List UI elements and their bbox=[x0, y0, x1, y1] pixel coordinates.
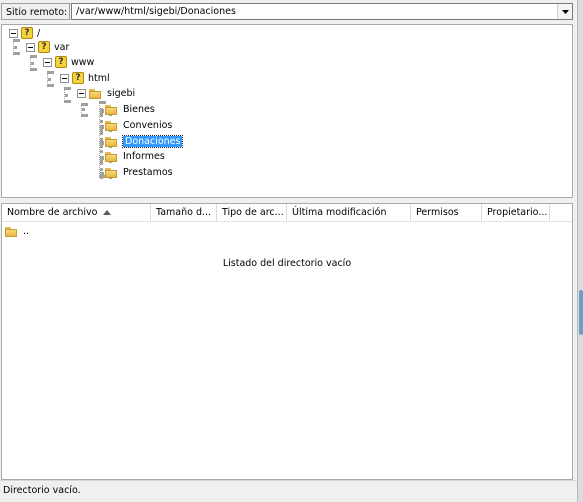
tree-item-label[interactable]: Bienes bbox=[123, 104, 155, 115]
remote-path-value[interactable]: /var/www/html/sigebi/Donaciones bbox=[76, 6, 236, 17]
scrollbar-thumb[interactable] bbox=[579, 290, 583, 335]
column-header-modified[interactable]: Última modificación bbox=[287, 204, 411, 221]
column-header-label: Tamaño d... bbox=[156, 207, 212, 218]
tree-item-label[interactable]: www bbox=[71, 57, 94, 68]
tree-item-informes[interactable]: Informes bbox=[105, 149, 165, 163]
remote-file-list[interactable]: Nombre de archivo Tamaño d... Tipo de ar… bbox=[1, 203, 573, 480]
status-bar: Directorio vacío. bbox=[0, 480, 577, 502]
question-icon: ? bbox=[55, 56, 67, 68]
column-header-label: Nombre de archivo bbox=[7, 207, 98, 218]
column-header-label: Permisos bbox=[416, 207, 459, 218]
tree-item-label[interactable]: html bbox=[88, 73, 110, 84]
file-name[interactable]: .. bbox=[23, 226, 29, 237]
column-header-type[interactable]: Tipo de arc... bbox=[217, 204, 287, 221]
sort-ascending-icon bbox=[103, 210, 111, 215]
column-header-owner[interactable]: Propietario... bbox=[482, 204, 550, 221]
folder-icon bbox=[105, 136, 118, 147]
tree-item-html[interactable]: ? html bbox=[60, 71, 110, 85]
tree-item-label[interactable]: Prestamos bbox=[123, 167, 173, 178]
tree-item-donaciones[interactable]: Donaciones bbox=[105, 134, 184, 148]
question-icon: ? bbox=[21, 27, 33, 39]
chevron-down-icon bbox=[561, 9, 569, 14]
tree-item-label[interactable]: Informes bbox=[123, 151, 165, 162]
folder-icon bbox=[105, 167, 118, 178]
window-edge bbox=[577, 0, 583, 502]
tree-item-label[interactable]: sigebi bbox=[107, 88, 135, 99]
tree-connector bbox=[13, 39, 17, 55]
collapse-toggle-icon[interactable] bbox=[26, 42, 35, 52]
tree-connector bbox=[30, 55, 34, 71]
column-header-row: Nombre de archivo Tamaño d... Tipo de ar… bbox=[2, 204, 572, 222]
remote-path-combobox[interactable]: /var/www/html/sigebi/Donaciones bbox=[71, 3, 573, 20]
dropdown-arrow-button[interactable] bbox=[557, 4, 572, 19]
folder-icon bbox=[105, 151, 118, 162]
tree-item-root[interactable]: ? / bbox=[9, 26, 40, 40]
column-header-label: Última modificación bbox=[292, 207, 387, 218]
collapse-toggle-icon[interactable] bbox=[77, 88, 86, 98]
column-header-permissions[interactable]: Permisos bbox=[411, 204, 482, 221]
folder-icon bbox=[89, 88, 102, 99]
remote-site-label: Sitio remoto: bbox=[1, 3, 70, 20]
tree-item-bienes[interactable]: Bienes bbox=[105, 102, 155, 116]
question-icon: ? bbox=[72, 72, 84, 84]
question-icon: ? bbox=[38, 41, 50, 53]
collapse-toggle-icon[interactable] bbox=[60, 73, 69, 83]
remote-site-bar: Sitio remoto: /var/www/html/sigebi/Donac… bbox=[0, 0, 577, 24]
tree-item-label[interactable]: var bbox=[54, 42, 69, 53]
remote-directory-tree[interactable]: ? / ? var ? www ? html sigebi Bienes Con… bbox=[1, 24, 573, 198]
folder-icon bbox=[5, 226, 18, 237]
tree-connector bbox=[64, 87, 68, 103]
collapse-toggle-icon[interactable] bbox=[9, 28, 18, 38]
tree-item-sigebi[interactable]: sigebi bbox=[77, 86, 135, 100]
empty-directory-message: Listado del directorio vacío bbox=[222, 258, 352, 269]
tree-item-label-selected[interactable]: Donaciones bbox=[121, 134, 184, 148]
collapse-toggle-icon[interactable] bbox=[43, 57, 52, 67]
tree-connector bbox=[47, 71, 51, 87]
tree-item-convenios[interactable]: Convenios bbox=[105, 118, 172, 132]
tree-connector bbox=[81, 103, 85, 117]
column-header-name[interactable]: Nombre de archivo bbox=[2, 204, 151, 221]
tree-item-label[interactable]: / bbox=[37, 28, 40, 39]
tree-item-www[interactable]: ? www bbox=[43, 55, 94, 69]
folder-icon bbox=[105, 104, 118, 115]
tree-item-label[interactable]: Convenios bbox=[123, 120, 172, 131]
tree-item-var[interactable]: ? var bbox=[26, 40, 69, 54]
status-text: Directorio vacío. bbox=[3, 485, 81, 496]
folder-icon bbox=[105, 120, 118, 131]
column-header-label: Propietario... bbox=[487, 207, 548, 218]
column-header-label: Tipo de arc... bbox=[222, 207, 284, 218]
tree-item-prestamos[interactable]: Prestamos bbox=[105, 165, 173, 179]
column-header-size[interactable]: Tamaño d... bbox=[151, 204, 217, 221]
file-row-parent-dir[interactable]: .. bbox=[5, 224, 29, 238]
